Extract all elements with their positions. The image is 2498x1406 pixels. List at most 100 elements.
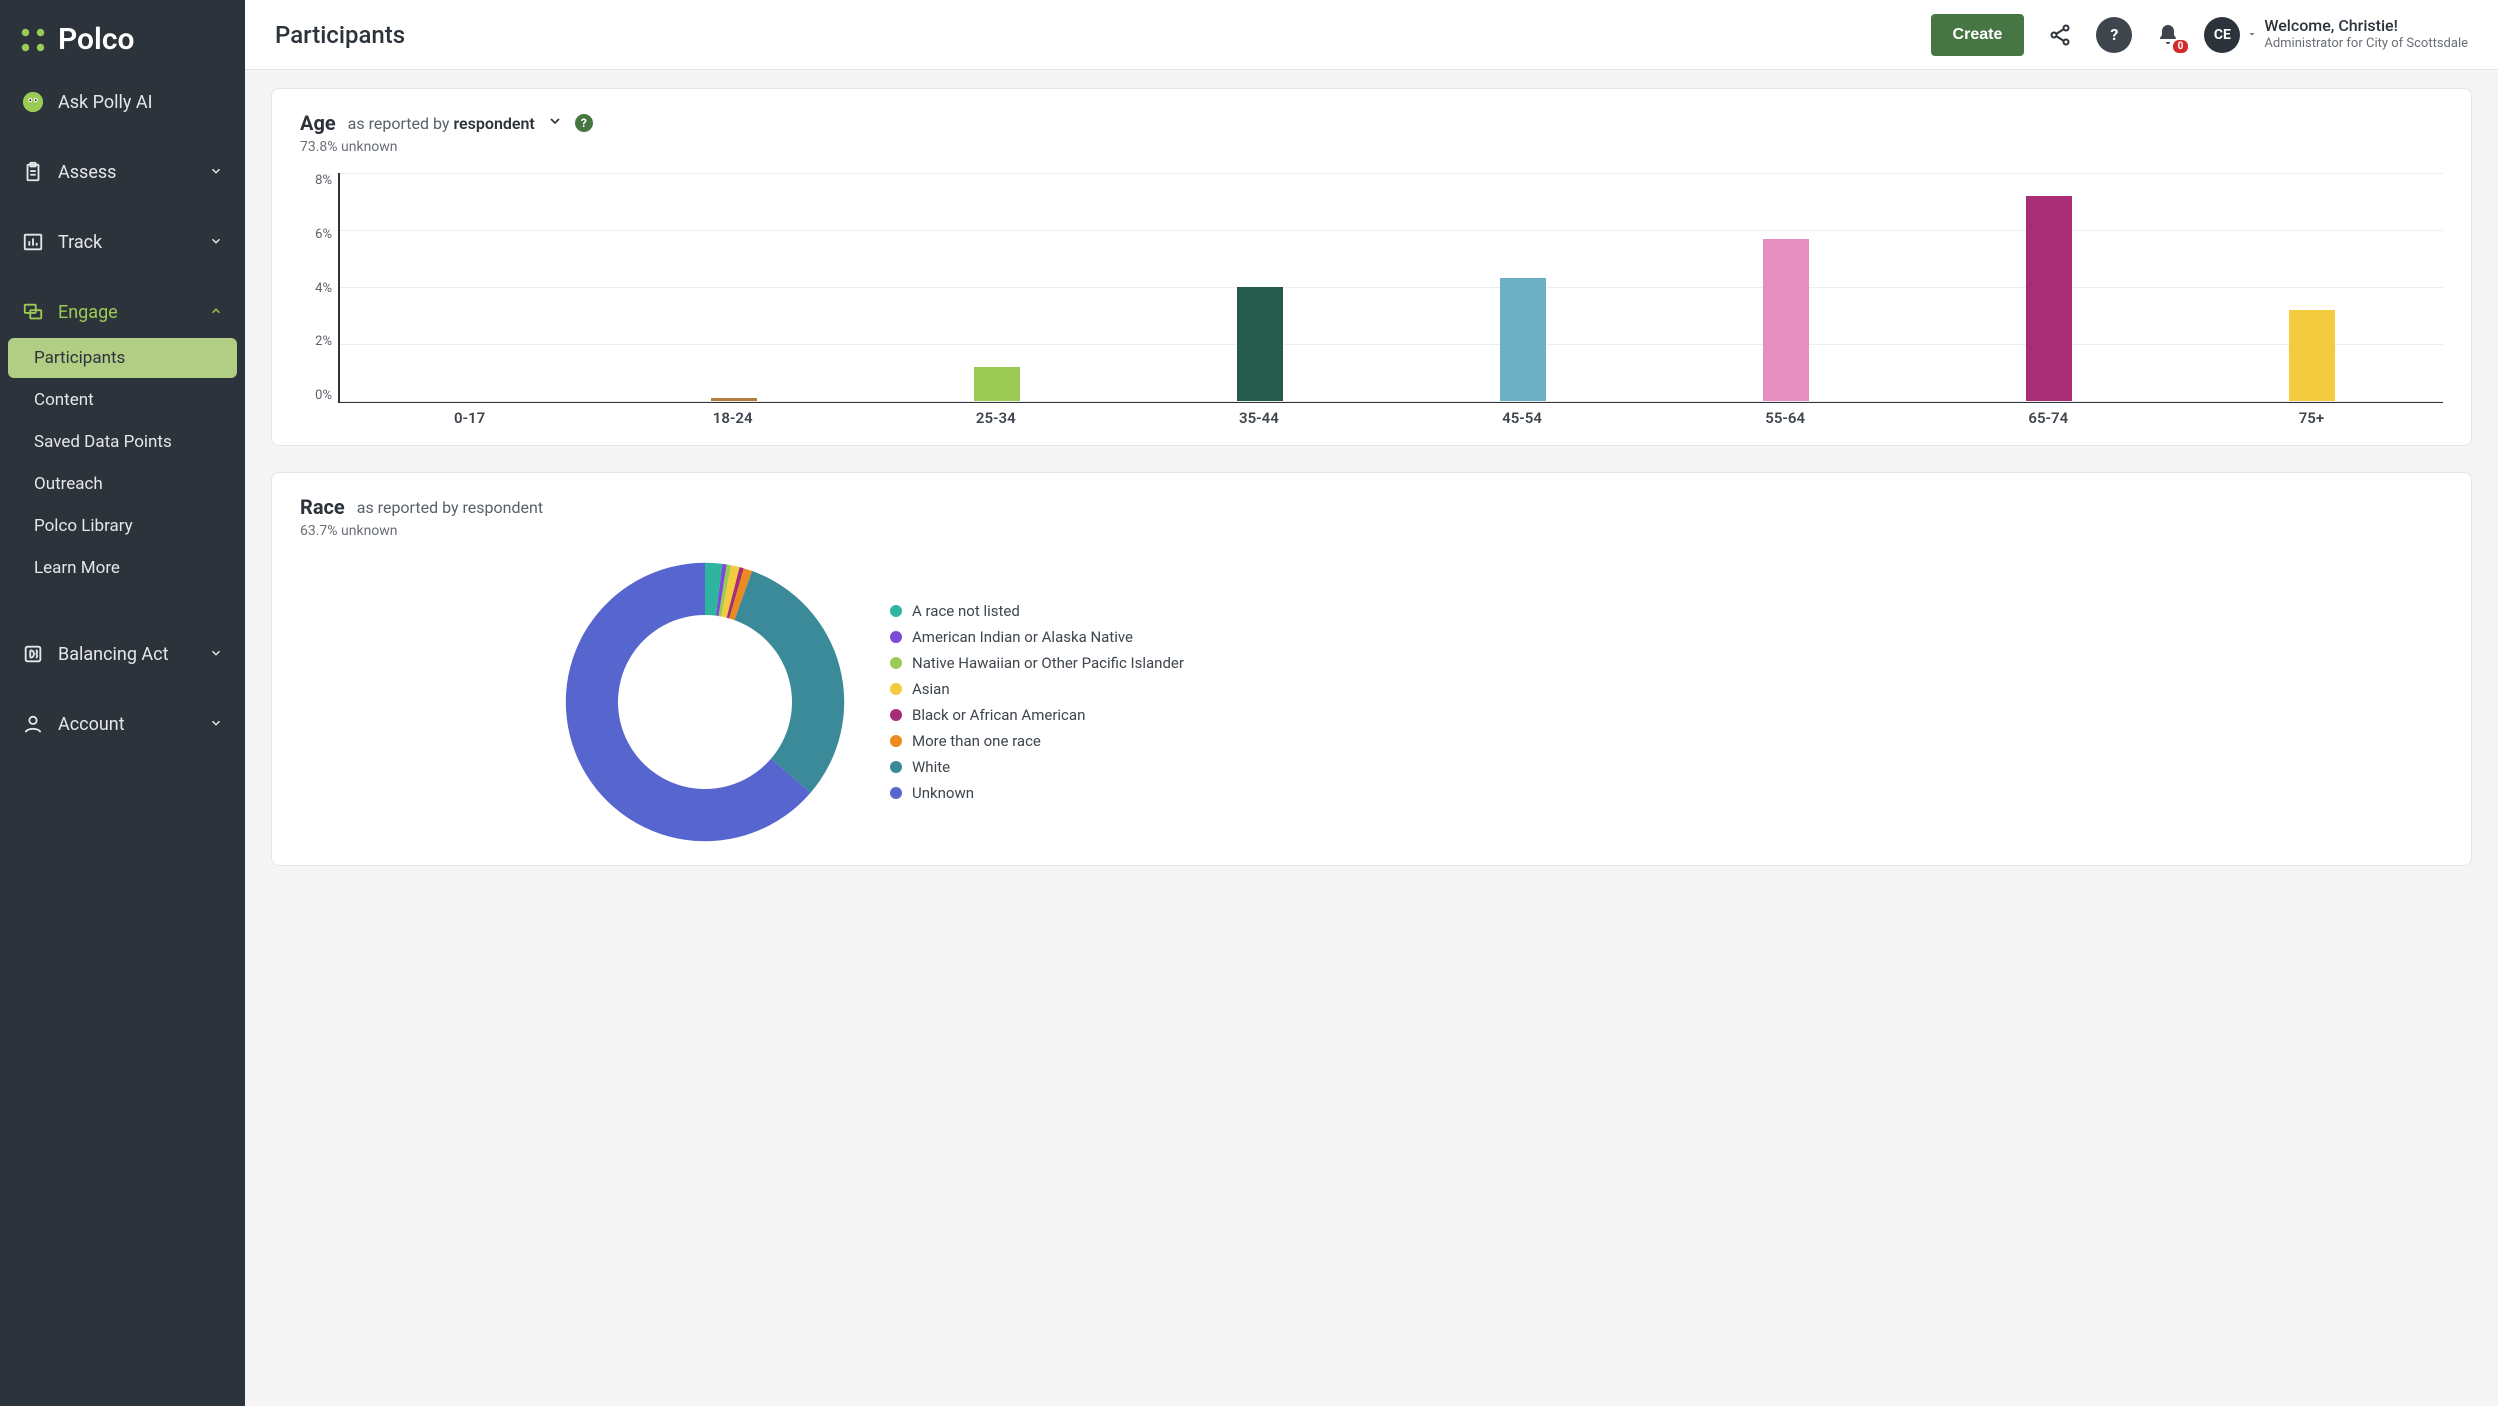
sidebar-item-label: Ask Polly AI bbox=[58, 92, 153, 113]
chat-icon bbox=[22, 301, 44, 323]
share-button[interactable] bbox=[2042, 17, 2078, 53]
bar bbox=[1763, 239, 1809, 401]
donut-slice bbox=[734, 571, 844, 793]
header: Participants Create ? 0 CE Welcome, Chri… bbox=[245, 0, 2498, 70]
legend-item: White bbox=[890, 758, 1184, 776]
age-bar-chart: 8%6%4%2%0% 0-1718-2425-3435-4445-5455-64… bbox=[300, 173, 2443, 427]
logo-mark-icon bbox=[18, 25, 48, 55]
sidebar-item-engage[interactable]: Engage bbox=[0, 287, 245, 337]
page-title: Participants bbox=[275, 21, 405, 49]
x-tick-label: 18-24 bbox=[601, 409, 864, 427]
legend-label: White bbox=[912, 758, 950, 776]
x-tick-label: 55-64 bbox=[1654, 409, 1917, 427]
race-donut-chart bbox=[560, 557, 850, 847]
chevron-down-icon bbox=[209, 714, 223, 735]
x-tick-label: 65-74 bbox=[1917, 409, 2180, 427]
legend-label: A race not listed bbox=[912, 602, 1020, 620]
bar bbox=[1500, 278, 1546, 401]
chevron-down-icon bbox=[209, 162, 223, 183]
legend-label: Unknown bbox=[912, 784, 974, 802]
legend-label: Native Hawaiian or Other Pacific Islande… bbox=[912, 654, 1184, 672]
legend-swatch bbox=[890, 631, 902, 643]
sidebar-item-label: Content bbox=[34, 390, 94, 410]
sidebar-subitem-learn-more[interactable]: Learn More bbox=[8, 548, 237, 588]
bar bbox=[1237, 287, 1283, 401]
x-tick-label: 75+ bbox=[2180, 409, 2443, 427]
legend-item: Unknown bbox=[890, 784, 1184, 802]
sidebar-item-track[interactable]: Track bbox=[0, 217, 245, 267]
person-icon bbox=[22, 713, 44, 735]
chevron-down-icon bbox=[209, 232, 223, 253]
reported-by-dropdown[interactable] bbox=[547, 113, 563, 133]
race-card: Race as reported by respondent 63.7% unk… bbox=[271, 472, 2472, 866]
legend-swatch bbox=[890, 735, 902, 747]
sidebar-item-label: Learn More bbox=[34, 558, 120, 578]
reported-by-text: as reported by respondent bbox=[348, 114, 535, 133]
x-tick-label: 0-17 bbox=[338, 409, 601, 427]
clipboard-icon bbox=[22, 161, 44, 183]
chart-icon bbox=[22, 231, 44, 253]
chevron-down-icon bbox=[209, 644, 223, 665]
bar bbox=[711, 398, 757, 401]
sidebar-item-label: Participants bbox=[34, 348, 125, 368]
sidebar-item-label: Engage bbox=[58, 302, 118, 323]
help-icon[interactable]: ? bbox=[575, 114, 593, 132]
sidebar-item-label: Account bbox=[58, 714, 125, 735]
notification-count-badge: 0 bbox=[2171, 38, 2191, 55]
legend-label: Asian bbox=[912, 680, 950, 698]
create-button[interactable]: Create bbox=[1931, 14, 2025, 56]
help-button[interactable]: ? bbox=[2096, 17, 2132, 53]
sidebar-subitem-outreach[interactable]: Outreach bbox=[8, 464, 237, 504]
welcome-text: Welcome, Christie! bbox=[2264, 16, 2468, 36]
age-card: Age as reported by respondent ? 73.8% un… bbox=[271, 88, 2472, 446]
sidebar-group-engage: Engage Participants Content Saved Data P… bbox=[0, 287, 245, 589]
role-text: Administrator for City of Scottsdale bbox=[2264, 36, 2468, 52]
legend-swatch bbox=[890, 761, 902, 773]
sidebar-item-label: Outreach bbox=[34, 474, 103, 494]
sidebar-subitem-content[interactable]: Content bbox=[8, 380, 237, 420]
sidebar-item-assess[interactable]: Assess bbox=[0, 147, 245, 197]
sidebar-subitem-polco-library[interactable]: Polco Library bbox=[8, 506, 237, 546]
sidebar: Polco Ask Polly AI Assess Track bbox=[0, 0, 245, 1406]
logo[interactable]: Polco bbox=[0, 10, 245, 77]
reported-by-text: as reported by respondent bbox=[357, 498, 543, 517]
bar bbox=[974, 367, 1020, 401]
sidebar-item-account[interactable]: Account bbox=[0, 699, 245, 749]
legend-item: Asian bbox=[890, 680, 1184, 698]
sidebar-item-label: Assess bbox=[58, 162, 116, 183]
caret-down-icon bbox=[2246, 25, 2258, 44]
legend-item: Black or African American bbox=[890, 706, 1184, 724]
balancing-act-icon bbox=[22, 643, 44, 665]
legend-swatch bbox=[890, 605, 902, 617]
legend-label: Black or African American bbox=[912, 706, 1085, 724]
legend-item: American Indian or Alaska Native bbox=[890, 628, 1184, 646]
user-menu[interactable]: CE Welcome, Christie! Administrator for … bbox=[2204, 16, 2468, 52]
bar bbox=[2289, 310, 2335, 401]
legend-swatch bbox=[890, 683, 902, 695]
logo-text: Polco bbox=[58, 22, 134, 57]
legend-label: American Indian or Alaska Native bbox=[912, 628, 1133, 646]
sidebar-subitem-saved-data-points[interactable]: Saved Data Points bbox=[8, 422, 237, 462]
card-title: Race bbox=[300, 495, 345, 519]
sidebar-item-polly[interactable]: Ask Polly AI bbox=[0, 77, 245, 127]
bar bbox=[2026, 196, 2072, 401]
race-unknown-text: 63.7% unknown bbox=[300, 523, 2443, 539]
x-tick-label: 35-44 bbox=[1127, 409, 1390, 427]
race-legend: A race not listed American Indian or Alas… bbox=[890, 602, 1184, 802]
sidebar-item-label: Balancing Act bbox=[58, 644, 168, 665]
age-unknown-text: 73.8% unknown bbox=[300, 139, 2443, 155]
polly-avatar-icon bbox=[22, 91, 44, 113]
sidebar-item-balancing-act[interactable]: Balancing Act bbox=[0, 629, 245, 679]
legend-item: A race not listed bbox=[890, 602, 1184, 620]
sidebar-item-label: Polco Library bbox=[34, 516, 133, 536]
legend-swatch bbox=[890, 709, 902, 721]
legend-item: More than one race bbox=[890, 732, 1184, 750]
sidebar-item-label: Saved Data Points bbox=[34, 432, 172, 452]
legend-swatch bbox=[890, 657, 902, 669]
sidebar-subitem-participants[interactable]: Participants bbox=[8, 338, 237, 378]
sidebar-item-label: Track bbox=[58, 232, 102, 253]
notifications-button[interactable]: 0 bbox=[2150, 17, 2186, 53]
x-tick-label: 45-54 bbox=[1391, 409, 1654, 427]
legend-item: Native Hawaiian or Other Pacific Islande… bbox=[890, 654, 1184, 672]
avatar: CE bbox=[2204, 17, 2240, 53]
